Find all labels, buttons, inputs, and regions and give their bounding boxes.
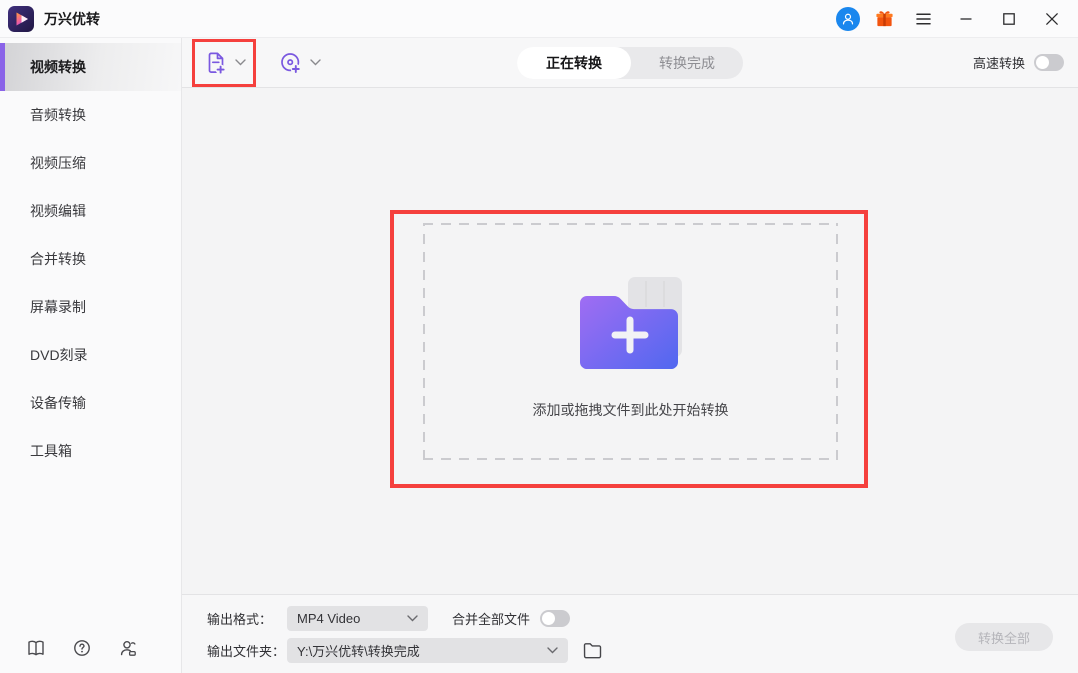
minimize-icon <box>960 17 972 20</box>
fast-convert-toggle[interactable] <box>1034 54 1064 71</box>
app-title: 万兴优转 <box>44 10 100 27</box>
content-area: 添加或拖拽文件到此处开始转换 <box>182 88 1078 594</box>
sidebar-item-label: DVD刻录 <box>30 347 88 363</box>
sidebar-item-label: 视频编辑 <box>30 203 86 219</box>
chevron-down-icon <box>547 646 558 653</box>
convert-status-tabs: 正在转换 转换完成 <box>517 47 743 79</box>
sidebar-item-video-convert[interactable]: 视频转换 <box>0 43 181 91</box>
sidebar-item-video-compress[interactable]: 视频压缩 <box>0 139 181 187</box>
convert-all-label: 转换全部 <box>977 630 1030 646</box>
app-window: 万兴优转 视频转换 音频转换 视频压缩 视频编辑 合并转换 屏幕录制 DVD刻录… <box>0 0 1078 673</box>
add-dvd-icon <box>281 52 301 74</box>
menu-button[interactable] <box>909 6 937 32</box>
main-panel: 正在转换 转换完成 高速转换 添加或拖拽文件到此处开始转换 输出格式： MP4 … <box>182 38 1078 673</box>
tab-converting[interactable]: 正在转换 <box>517 47 631 79</box>
sidebar-item-label: 设备传输 <box>30 395 86 411</box>
user-avatar-icon <box>842 13 854 24</box>
sidebar: 视频转换 音频转换 视频压缩 视频编辑 合并转换 屏幕录制 DVD刻录 设备传输 <box>0 38 182 673</box>
output-folder-value: Y:\万兴优转\转换完成 <box>297 643 420 659</box>
sidebar-item-dvd-burn[interactable]: DVD刻录 <box>0 331 181 379</box>
sidebar-item-label: 音频转换 <box>30 107 86 123</box>
minimize-button[interactable] <box>952 6 980 32</box>
tab-converted[interactable]: 转换完成 <box>631 47 743 79</box>
close-button[interactable] <box>1038 6 1066 32</box>
tab-label: 正在转换 <box>546 55 602 71</box>
help-icon <box>74 640 90 656</box>
fast-convert-label: 高速转换 <box>972 56 1025 71</box>
gift-button[interactable] <box>875 9 894 28</box>
sidebar-item-merge-convert[interactable]: 合并转换 <box>0 235 181 283</box>
maximize-button[interactable] <box>995 6 1023 32</box>
hamburger-menu-icon <box>915 12 931 25</box>
account-button[interactable] <box>836 6 860 31</box>
chevron-down-icon <box>407 614 418 621</box>
toolbar: 正在转换 转换完成 高速转换 <box>182 38 1078 88</box>
maximize-icon <box>1003 12 1015 25</box>
add-dvd-button[interactable] <box>278 50 321 76</box>
sidebar-item-label: 视频转换 <box>30 59 86 75</box>
sidebar-item-video-edit[interactable]: 视频编辑 <box>0 187 181 235</box>
gift-icon <box>876 11 893 27</box>
file-dropzone[interactable]: 添加或拖拽文件到此处开始转换 <box>423 223 838 460</box>
output-format-select[interactable]: MP4 Video <box>287 605 428 631</box>
bottom-bar: 输出格式： MP4 Video 合并全部文件 输出文件夹： Y:\万兴优转\转换… <box>182 594 1078 673</box>
output-format-value: MP4 Video <box>297 610 361 626</box>
sidebar-item-label: 工具箱 <box>30 443 72 459</box>
sidebar-item-device-transfer[interactable]: 设备传输 <box>0 379 181 427</box>
output-folder-select[interactable]: Y:\万兴优转\转换完成 <box>287 637 568 663</box>
support-button[interactable] <box>118 638 138 658</box>
browse-folder-icon <box>583 642 601 658</box>
contact-icon <box>120 641 136 656</box>
sidebar-item-screen-record[interactable]: 屏幕录制 <box>0 283 181 331</box>
book-icon <box>28 640 44 656</box>
app-logo-icon <box>8 5 34 32</box>
folder-plus-graphic <box>579 277 682 369</box>
sidebar-item-toolbox[interactable]: 工具箱 <box>0 427 181 475</box>
annotation-add-file-highlight <box>192 38 256 87</box>
add-file-button[interactable] <box>203 50 246 76</box>
help-button[interactable] <box>72 638 92 658</box>
tab-label: 转换完成 <box>659 55 715 71</box>
sidebar-item-audio-convert[interactable]: 音频转换 <box>0 91 181 139</box>
merge-all-toggle[interactable] <box>540 609 571 627</box>
convert-all-button[interactable]: 转换全部 <box>955 623 1053 651</box>
chevron-down-icon <box>234 59 246 66</box>
sidebar-item-label: 视频压缩 <box>30 155 86 171</box>
sidebar-item-label: 屏幕录制 <box>30 299 86 315</box>
close-icon <box>1046 12 1058 25</box>
output-format-label: 输出格式： <box>207 611 273 627</box>
titlebar: 万兴优转 <box>0 0 1078 38</box>
chevron-down-icon <box>310 59 321 66</box>
sidebar-item-label: 合并转换 <box>30 251 86 267</box>
user-guide-button[interactable] <box>26 638 46 658</box>
browse-folder-button[interactable] <box>582 640 602 660</box>
dropzone-hint: 添加或拖拽文件到此处开始转换 <box>532 402 729 418</box>
output-folder-label: 输出文件夹： <box>207 643 286 659</box>
merge-all-label: 合并全部文件 <box>452 611 531 627</box>
add-file-icon <box>208 52 226 75</box>
